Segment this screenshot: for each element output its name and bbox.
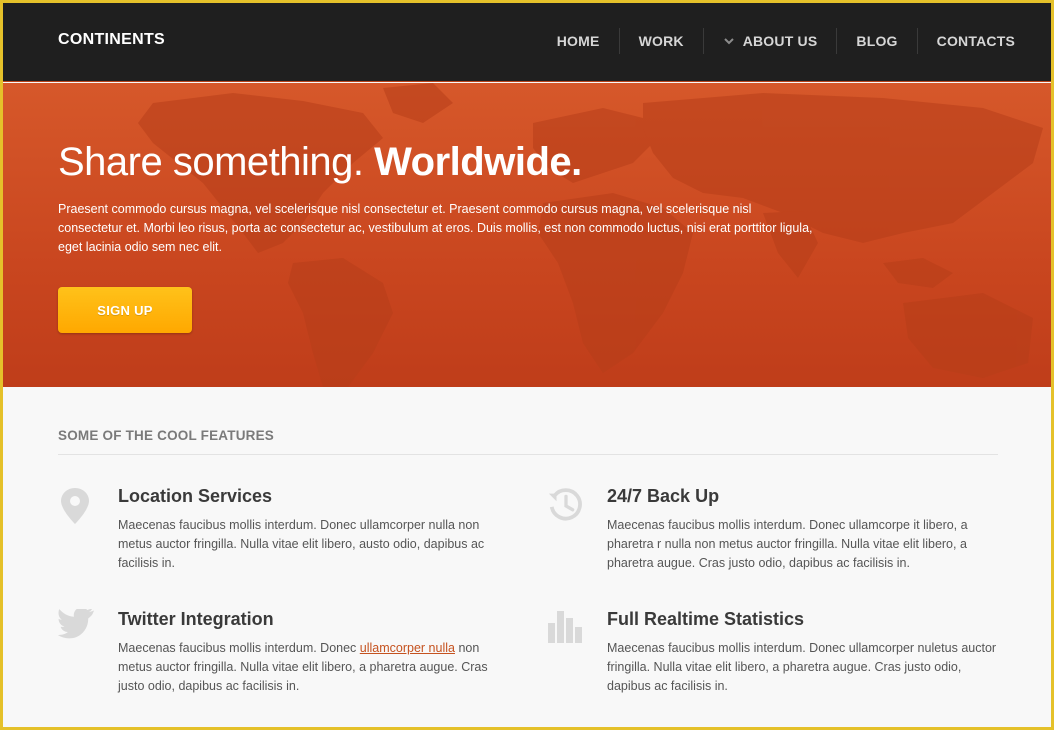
top-navbar: CONTINENTS HOME WORK ABOUT US BLOG CONTA…: [3, 3, 1051, 82]
feature-title: Full Realtime Statistics: [607, 609, 805, 629]
hero-description: Praesent commodo cursus magna, vel scele…: [58, 202, 813, 254]
nav-item-contacts[interactable]: CONTACTS: [918, 27, 1015, 55]
feature-text-before: Maecenas faucibus mollis interdum. Donec: [118, 641, 360, 655]
nav-item-label: HOME: [556, 33, 600, 49]
feature-title: Location Services: [118, 486, 273, 506]
chevron-down-icon: [723, 38, 734, 45]
twitter-bird-icon: [58, 609, 95, 639]
main-menu: HOME WORK ABOUT US BLOG CONTACTS: [538, 27, 1015, 55]
page-frame: CONTINENTS HOME WORK ABOUT US BLOG CONTA…: [3, 3, 1051, 727]
nav-item-about-us[interactable]: ABOUT US: [704, 27, 837, 55]
nav-item-label: ABOUT US: [742, 33, 818, 49]
nav-item-work[interactable]: WORK: [620, 27, 703, 55]
features-divider: [58, 454, 998, 455]
site-logo[interactable]: CONTINENTS: [58, 31, 165, 49]
inline-link[interactable]: ullamcorper nulla: [360, 641, 455, 655]
map-pin-icon: [61, 488, 89, 524]
features-heading: SOME OF THE COOL FEATURES: [58, 428, 275, 443]
hero-title-regular: Share something.: [58, 140, 364, 184]
feature-title: 24/7 Back Up: [607, 486, 720, 506]
bar-chart-icon: [548, 611, 582, 643]
feature-text: Maecenas faucibus mollis interdum. Donec…: [118, 518, 485, 570]
feature-text: Maecenas faucibus mollis interdum. Donec…: [607, 641, 997, 693]
nav-item-home[interactable]: HOME: [538, 27, 619, 55]
nav-item-blog[interactable]: BLOG: [837, 27, 916, 55]
history-clock-icon: [548, 488, 582, 521]
feature-text: Maecenas faucibus mollis interdum. Donec…: [118, 639, 508, 696]
hero-title-bold: Worldwide.: [374, 140, 582, 184]
nav-item-label: WORK: [638, 33, 684, 49]
hero-title: Share something. Worldwide.: [58, 140, 582, 185]
signup-button[interactable]: SIGN UP: [58, 287, 192, 333]
hero-banner: Share something. Worldwide. Praesent com…: [3, 83, 1051, 387]
feature-title: Twitter Integration: [118, 609, 274, 629]
feature-text: Maecenas faucibus mollis interdum. Donec…: [607, 518, 968, 570]
nav-item-label: CONTACTS: [936, 33, 1015, 49]
nav-item-label: BLOG: [856, 33, 898, 49]
